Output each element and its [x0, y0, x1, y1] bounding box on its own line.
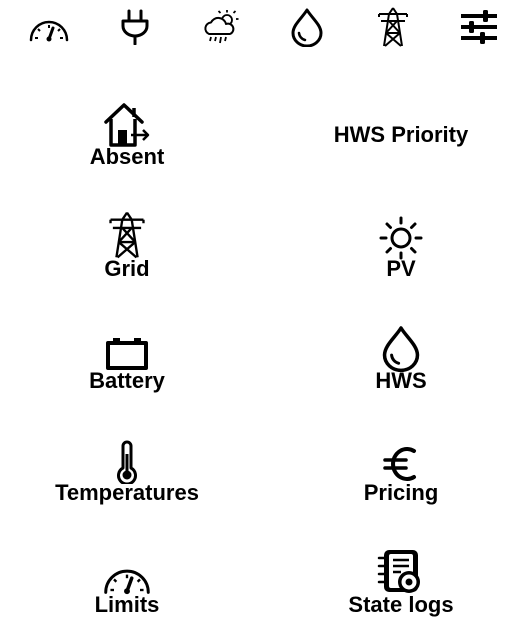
nav-plug-button[interactable] — [111, 4, 159, 50]
grid-tile[interactable]: Grid — [27, 208, 227, 296]
sliders-icon — [461, 10, 497, 44]
nav-weather-button[interactable] — [197, 4, 245, 50]
thermometer-icon — [117, 440, 137, 484]
limits-label: Limits — [94, 592, 160, 617]
grid-label: Grid — [104, 256, 150, 281]
nav-grid-button[interactable] — [369, 4, 417, 50]
battery-tile[interactable]: Battery — [27, 320, 227, 408]
hws-tile[interactable]: HWS — [301, 320, 501, 408]
absent-label: Absent — [89, 144, 165, 169]
nav-water-button[interactable] — [283, 4, 331, 50]
pv-tile[interactable]: PV — [301, 208, 501, 296]
weather-icon — [204, 10, 239, 44]
water-drop-icon — [382, 326, 420, 372]
temperatures-tile[interactable]: Temperatures — [27, 432, 227, 520]
pricing-tile[interactable]: Pricing — [301, 432, 501, 520]
absent-tile[interactable]: Absent — [27, 96, 227, 184]
gauge-icon — [29, 20, 69, 42]
euro-icon — [383, 447, 416, 481]
battery-label: Battery — [89, 368, 165, 393]
log-clock-icon — [377, 550, 420, 593]
water-drop-icon — [291, 8, 323, 47]
state-logs-label: State logs — [348, 592, 454, 617]
plug-icon — [121, 9, 149, 45]
top-nav-bar — [0, 0, 527, 56]
pricing-label: Pricing — [363, 480, 439, 505]
home-exit-icon — [104, 103, 150, 147]
pylon-icon — [109, 211, 145, 259]
state-logs-tile[interactable]: State logs — [301, 544, 501, 621]
sun-icon — [379, 216, 423, 260]
hws-priority-label: HWS Priority — [333, 122, 469, 147]
gauge-icon — [104, 569, 150, 595]
hws-label: HWS — [375, 368, 427, 393]
battery-icon — [106, 338, 148, 370]
hws-priority-tile[interactable]: HWS Priority — [301, 100, 501, 188]
pv-label: PV — [386, 256, 416, 281]
temperatures-label: Temperatures — [55, 480, 199, 505]
pylon-icon — [378, 7, 408, 47]
nav-gauge-button[interactable] — [25, 4, 73, 50]
nav-settings-button[interactable] — [455, 4, 503, 50]
settings-page: Absent HWS Priority Grid PV Battery HWS … — [0, 0, 527, 621]
limits-tile[interactable]: Limits — [27, 544, 227, 621]
